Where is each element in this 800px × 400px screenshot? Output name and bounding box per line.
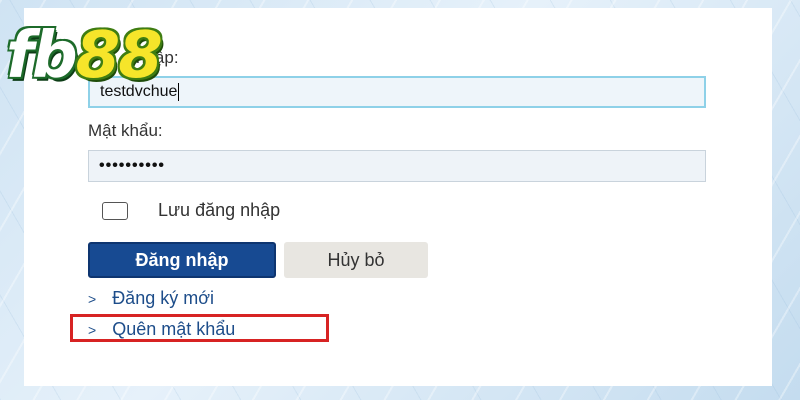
logo-text-88: 88 <box>75 19 163 93</box>
register-link[interactable]: > Đăng ký mới <box>88 288 214 309</box>
remember-login-label: Lưu đăng nhập <box>158 200 281 220</box>
register-link-label: Đăng ký mới <box>112 288 215 308</box>
fb88-logo: fb88 <box>6 19 163 93</box>
logo-text-fb: fb <box>6 19 78 93</box>
password-value: •••••••••• <box>99 157 166 174</box>
cancel-button[interactable]: Hủy bỏ <box>284 242 428 278</box>
password-label: Mật khẩu: <box>88 121 163 140</box>
remember-login-checkbox[interactable] <box>102 201 128 220</box>
remember-login-row[interactable]: Lưu đăng nhập <box>102 200 280 221</box>
username-input[interactable]: testdvchue <box>88 76 706 108</box>
password-input[interactable]: •••••••••• <box>88 150 706 182</box>
text-caret <box>178 83 180 101</box>
highlight-box <box>70 314 329 342</box>
login-button[interactable]: Đăng nhập <box>88 242 276 278</box>
chevron-right-icon: > <box>88 290 97 307</box>
